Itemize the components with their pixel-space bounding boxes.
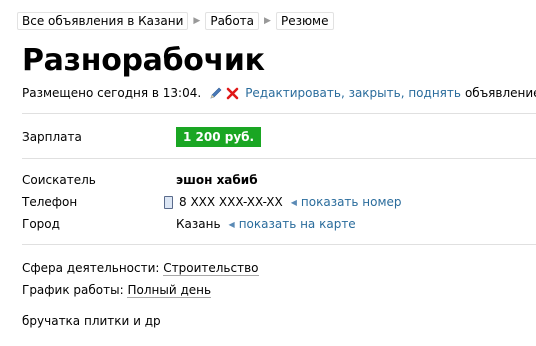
phone-label: Телефон: [22, 195, 78, 209]
divider: [22, 113, 536, 114]
post-meta: Размещено сегодня в 13:04. Редактировать…: [22, 86, 536, 100]
applicant-label: Соискатель: [22, 173, 96, 187]
city-label: Город: [22, 217, 60, 231]
phone-value-wrap: 8 XXX XXX-XX-XX ◀ показать номер: [164, 195, 402, 209]
show-phone-link[interactable]: показать номер: [301, 195, 402, 209]
salary-badge: 1 200 руб.: [176, 127, 262, 147]
salary-value-wrap: 1 200 руб.: [176, 127, 262, 147]
breadcrumb-work[interactable]: Работа: [205, 12, 260, 30]
field-row: Сфера деятельности: Строительство: [22, 261, 259, 276]
schedule-value-link[interactable]: Полный день: [127, 283, 212, 298]
posted-date: Размещено сегодня в 13:04.: [22, 86, 202, 100]
applicant-name: эшон хабиб: [176, 173, 258, 187]
edit-suffix: объявление: [464, 86, 536, 100]
triangle-left-icon: ◀: [290, 197, 297, 207]
breadcrumb-separator: ▶: [193, 16, 201, 26]
pencil-icon[interactable]: [209, 86, 223, 100]
phone-icon: [164, 195, 173, 209]
schedule-label: График работы:: [22, 283, 124, 297]
salary-row: Зарплата 1 200 руб.: [22, 127, 422, 149]
page-title: Разнорабочик: [22, 43, 265, 78]
phone-number: 8 XXX XXX-XX-XX: [179, 195, 283, 209]
schedule-row: График работы: Полный день: [22, 283, 212, 298]
field-value-link[interactable]: Строительство: [163, 261, 259, 276]
breadcrumb-all-ads[interactable]: Все объявления в Казани: [17, 12, 189, 30]
divider: [22, 244, 536, 245]
city-name: Казань: [176, 217, 221, 231]
show-on-map-link[interactable]: показать на карте: [239, 217, 356, 231]
breadcrumb-separator: ▶: [264, 16, 271, 26]
edit-close-raise-link[interactable]: Редактировать, закрыть, поднять: [245, 86, 461, 100]
breadcrumb-resume[interactable]: Резюме: [275, 12, 334, 30]
field-label: Сфера деятельности:: [22, 261, 160, 275]
triangle-left-icon: ◀: [228, 219, 235, 229]
divider: [22, 158, 536, 159]
delete-x-icon[interactable]: [226, 87, 239, 100]
salary-label: Зарплата: [22, 130, 82, 144]
city-value-wrap: Казань ◀ показать на карте: [176, 217, 356, 231]
breadcrumb: Все объявления в Казани ▶ Работа ▶ Резюм…: [17, 12, 336, 30]
ad-description: бручатка плитки и др: [22, 314, 161, 328]
